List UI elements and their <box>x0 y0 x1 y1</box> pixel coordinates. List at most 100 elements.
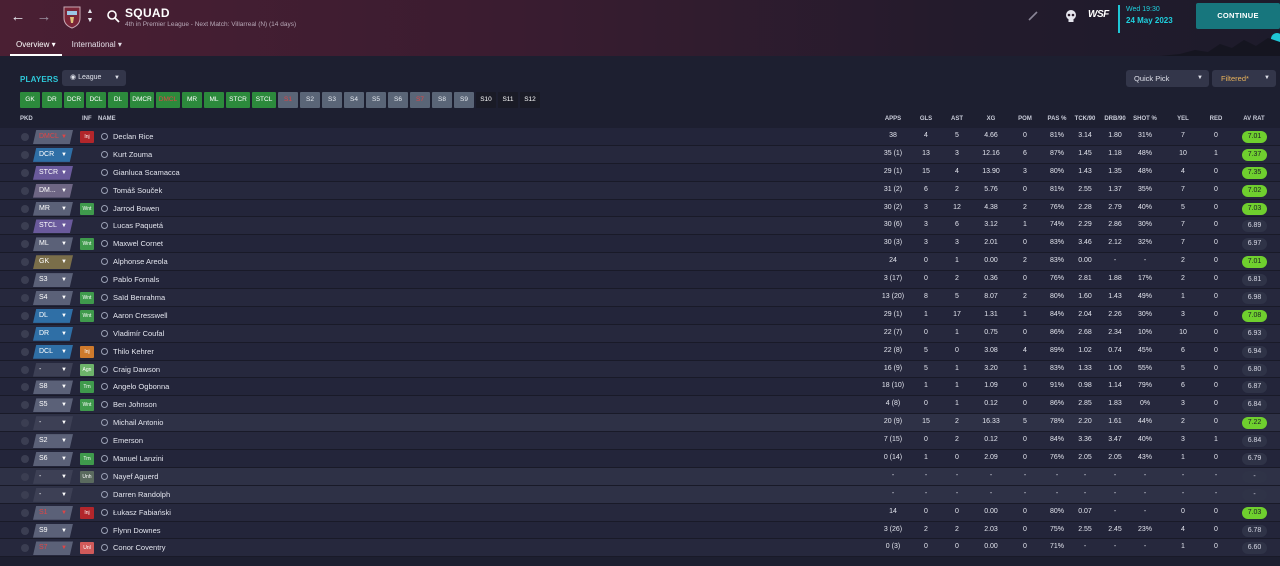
quick-pick-dropdown[interactable]: Quick Pick ▼ <box>1126 70 1209 87</box>
info-badge[interactable]: Agn <box>80 363 94 376</box>
table-row[interactable]: STCR ▼ Gianluca Scamacca 29 (1) 15 4 13.90 3 80%… <box>0 163 1280 182</box>
info-badge[interactable]: Unh <box>80 470 94 483</box>
player-name[interactable]: Angelo Ogbonna <box>113 382 169 391</box>
pick-dot-icon[interactable] <box>21 150 29 159</box>
column-header-name[interactable]: NAME <box>98 116 116 122</box>
pick-dot-icon[interactable] <box>21 383 29 392</box>
edit-pen-icon[interactable] <box>1028 11 1038 21</box>
table-row[interactable]: S6 ▼ Trn Manuel Lanzini 0 (14) 1 0 2.09 0 76% 2.05… <box>0 450 1280 468</box>
player-name[interactable]: Jarrod Bowen <box>113 204 159 213</box>
pick-dot-icon[interactable] <box>21 437 29 446</box>
pick-dot-icon[interactable] <box>21 472 29 481</box>
position-selector[interactable]: S1 ▼ <box>33 505 73 520</box>
pick-dot-icon[interactable] <box>21 526 29 535</box>
table-row[interactable]: S5 ▼ Wnt Ben Johnson 4 (8) 0 1 0.12 0 86% 2.85 1.83… <box>0 396 1280 415</box>
position-selector[interactable]: STCL ▼ <box>33 219 73 234</box>
position-button-s3[interactable]: S3 <box>322 92 342 108</box>
pick-dot-icon[interactable] <box>21 276 29 285</box>
column-header-av-rat[interactable]: AV RAT <box>1240 116 1268 122</box>
pick-dot-icon[interactable] <box>21 258 29 267</box>
player-name[interactable]: Łukasz Fabiański <box>113 508 171 517</box>
player-name[interactable]: Gianluca Scamacca <box>113 168 180 177</box>
table-row[interactable]: S9 ▼ Flynn Downes 3 (26) 2 2 2.03 0 75% 2.55 2.45 2… <box>0 521 1280 540</box>
position-button-stcl[interactable]: STCL <box>252 92 276 108</box>
position-selector[interactable]: STCR ▼ <box>33 165 73 180</box>
position-selector[interactable]: S3 ▼ <box>33 273 73 288</box>
position-button-s10[interactable]: S10 <box>476 92 496 108</box>
table-row[interactable]: MR ▼ Wnt Jarrod Bowen 30 (2) 3 12 4.38 2 76% 2.28 2… <box>0 199 1280 218</box>
position-selector[interactable]: DM... ▼ <box>33 183 73 198</box>
table-row[interactable]: S3 ▼ Pablo Fornals 3 (17) 0 2 0.36 0 76% 2.81 1.88… <box>0 271 1280 290</box>
table-row[interactable]: S8 ▼ Trn Angelo Ogbonna 18 (10) 1 1 1.09 0 91% 0.9… <box>0 378 1280 397</box>
pick-dot-icon[interactable] <box>21 490 29 499</box>
skull-icon[interactable] <box>1064 9 1078 23</box>
column-header-shot-[interactable]: SHOT % <box>1131 116 1159 122</box>
column-header-gls[interactable]: GLS <box>912 116 940 122</box>
position-button-s8[interactable]: S8 <box>432 92 452 108</box>
player-name[interactable]: Kurt Zouma <box>113 150 152 159</box>
info-badge[interactable]: Trn <box>80 381 94 394</box>
position-button-dmcl[interactable]: DMCL <box>156 92 180 108</box>
back-arrow-icon[interactable]: ← <box>9 8 27 26</box>
pick-dot-icon[interactable] <box>21 455 29 464</box>
table-row[interactable]: DMCL ▼ Inj Declan Rice 38 4 5 4.66 0 81% 3.14 1.80 3… <box>0 128 1280 146</box>
pick-dot-icon[interactable] <box>21 133 29 141</box>
table-row[interactable]: S1 ▼ Inj Łukasz Fabiański 14 0 0 0.00 0 80% 0.07 - -… <box>0 503 1280 522</box>
column-header-pas-[interactable]: PAS % <box>1043 116 1071 122</box>
position-button-s7[interactable]: S7 <box>410 92 430 108</box>
club-crest-icon[interactable] <box>62 5 82 29</box>
table-row[interactable]: GK ▼ Alphonse Areola 24 0 1 0.00 2 83% 0.00 - - 2 0 7.… <box>0 253 1280 272</box>
table-row[interactable]: ML ▼ Wnt Maxwel Cornet 30 (3) 3 3 2.01 0 83% 3.46 2… <box>0 235 1280 254</box>
pick-dot-icon[interactable] <box>21 222 29 231</box>
table-row[interactable]: - ▼ Michail Antonio 20 (9) 15 2 16.33 5 78% 2.20 1… <box>0 414 1280 433</box>
position-button-gk[interactable]: GK <box>20 92 40 108</box>
player-name[interactable]: Aaron Cresswell <box>113 311 168 320</box>
table-row[interactable]: DCR ▼ Kurt Zouma 35 (1) 13 3 12.16 6 87% 1.45 1.18… <box>0 145 1280 164</box>
position-selector[interactable]: - ▼ <box>33 469 73 484</box>
forward-arrow-icon[interactable]: → <box>35 8 53 26</box>
position-selector[interactable]: DMCL ▼ <box>33 130 73 144</box>
position-button-s2[interactable]: S2 <box>300 92 320 108</box>
pick-dot-icon[interactable] <box>21 347 29 356</box>
table-row[interactable]: S4 ▼ Wnt Saïd Benrahma 13 (20) 8 5 8.07 2 80% 1.60… <box>0 289 1280 307</box>
info-badge[interactable]: Inj <box>80 506 94 519</box>
position-selector[interactable]: - ▼ <box>33 416 73 431</box>
player-name[interactable]: Thilo Kehrer <box>113 347 154 356</box>
position-button-stcr[interactable]: STCR <box>226 92 250 108</box>
position-selector[interactable]: MR ▼ <box>33 201 73 216</box>
club-switch-arrows-icon[interactable]: ▲ ▼ <box>86 7 94 25</box>
info-badge[interactable]: Wnt <box>80 202 94 215</box>
table-row[interactable]: S7 ▼ Unl Conor Coventry 0 (3) 0 0 0.00 0 71% - - - 1 0… <box>0 539 1280 558</box>
column-header-tck-90[interactable]: TCK/90 <box>1071 116 1099 122</box>
pick-dot-icon[interactable] <box>21 204 29 213</box>
game-date[interactable]: Wed 19:30 24 May 2023 <box>1118 5 1173 33</box>
filtered-dropdown[interactable]: Filtered* ▼ <box>1212 70 1276 87</box>
player-name[interactable]: Flynn Downes <box>113 526 161 535</box>
position-selector[interactable]: DL ▼ <box>33 308 73 323</box>
tab-overview[interactable]: Overview ▾ <box>10 36 62 56</box>
player-name[interactable]: Maxwel Cornet <box>113 239 163 248</box>
position-selector[interactable]: S9 ▼ <box>33 523 73 538</box>
player-name[interactable]: Craig Dawson <box>113 365 160 374</box>
info-badge[interactable]: Wnt <box>80 292 94 305</box>
position-selector[interactable]: S2 ▼ <box>33 434 73 449</box>
pick-dot-icon[interactable] <box>21 544 29 553</box>
player-name[interactable]: Michail Antonio <box>113 418 163 427</box>
position-button-dr[interactable]: DR <box>42 92 62 108</box>
position-button-s9[interactable]: S9 <box>454 92 474 108</box>
column-header-xg[interactable]: XG <box>977 116 1005 122</box>
table-row[interactable]: - ▼ Agn Craig Dawson 16 (9) 5 1 3.20 1 83% 1.33 1.0… <box>0 360 1280 379</box>
player-name[interactable]: Darren Randolph <box>113 490 170 499</box>
position-selector[interactable]: GK ▼ <box>33 255 73 270</box>
position-button-s12[interactable]: S12 <box>520 92 540 108</box>
position-button-dcr[interactable]: DCR <box>64 92 84 108</box>
column-header-drb-90[interactable]: DRB/90 <box>1101 116 1129 122</box>
info-badge[interactable]: Wnt <box>80 238 94 251</box>
player-name[interactable]: Saïd Benrahma <box>113 293 165 302</box>
info-badge[interactable]: Unl <box>80 542 94 555</box>
player-name[interactable]: Pablo Fornals <box>113 275 159 284</box>
position-selector[interactable]: S4 ▼ <box>33 291 73 306</box>
position-selector[interactable]: DR ▼ <box>33 326 73 341</box>
position-selector[interactable]: S6 ▼ <box>33 452 73 467</box>
pick-dot-icon[interactable] <box>21 294 29 303</box>
